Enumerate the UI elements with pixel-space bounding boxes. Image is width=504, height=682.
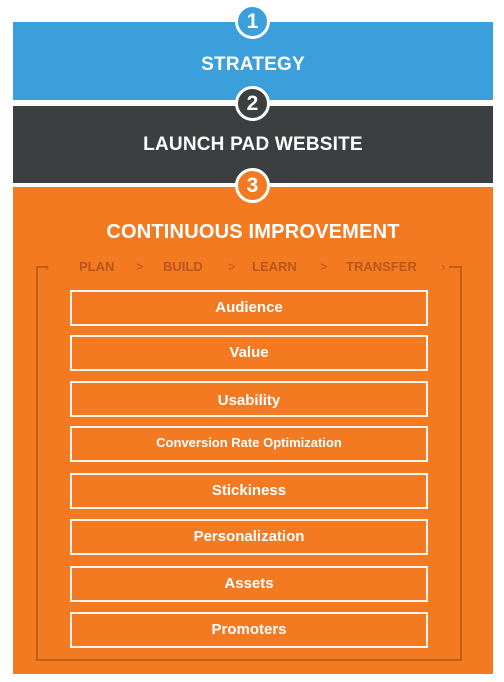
cycle-stage-transfer: TRANSFER <box>346 259 417 274</box>
cycle-loop-left-line <box>36 266 38 661</box>
strategy-title: STRATEGY <box>201 54 305 75</box>
chevron-right-icon: > <box>320 259 328 274</box>
item-audience: Audience <box>70 290 428 326</box>
cycle-stage-plan: PLAN <box>79 259 115 274</box>
chevron-right-icon: > <box>228 259 236 274</box>
cycle-stages: PLAN > BUILD > LEARN > TRANSFER <box>0 259 504 275</box>
cycle-stage-learn: LEARN <box>252 259 297 274</box>
item-promoters: Promoters <box>70 612 428 648</box>
cycle-loop-bottom-line <box>36 659 462 661</box>
item-personalization: Personalization <box>70 519 428 555</box>
item-value: Value <box>70 335 428 371</box>
item-assets: Assets <box>70 566 428 602</box>
launch-pad-title: LAUNCH PAD WEBSITE <box>143 134 363 155</box>
step-3-badge: 3 <box>235 168 270 203</box>
continuous-improvement-title: CONTINUOUS IMPROVEMENT <box>106 221 400 243</box>
item-conversion-rate-optimization: Conversion Rate Optimization <box>70 426 428 462</box>
chevron-right-icon: > <box>136 259 144 274</box>
step-2-badge: 2 <box>235 86 270 121</box>
item-stickiness: Stickiness <box>70 473 428 509</box>
cycle-stage-build: BUILD <box>163 259 203 274</box>
cycle-loop-right-line <box>460 266 462 661</box>
step-1-badge: 1 <box>235 4 270 39</box>
item-usability: Usability <box>70 381 428 417</box>
